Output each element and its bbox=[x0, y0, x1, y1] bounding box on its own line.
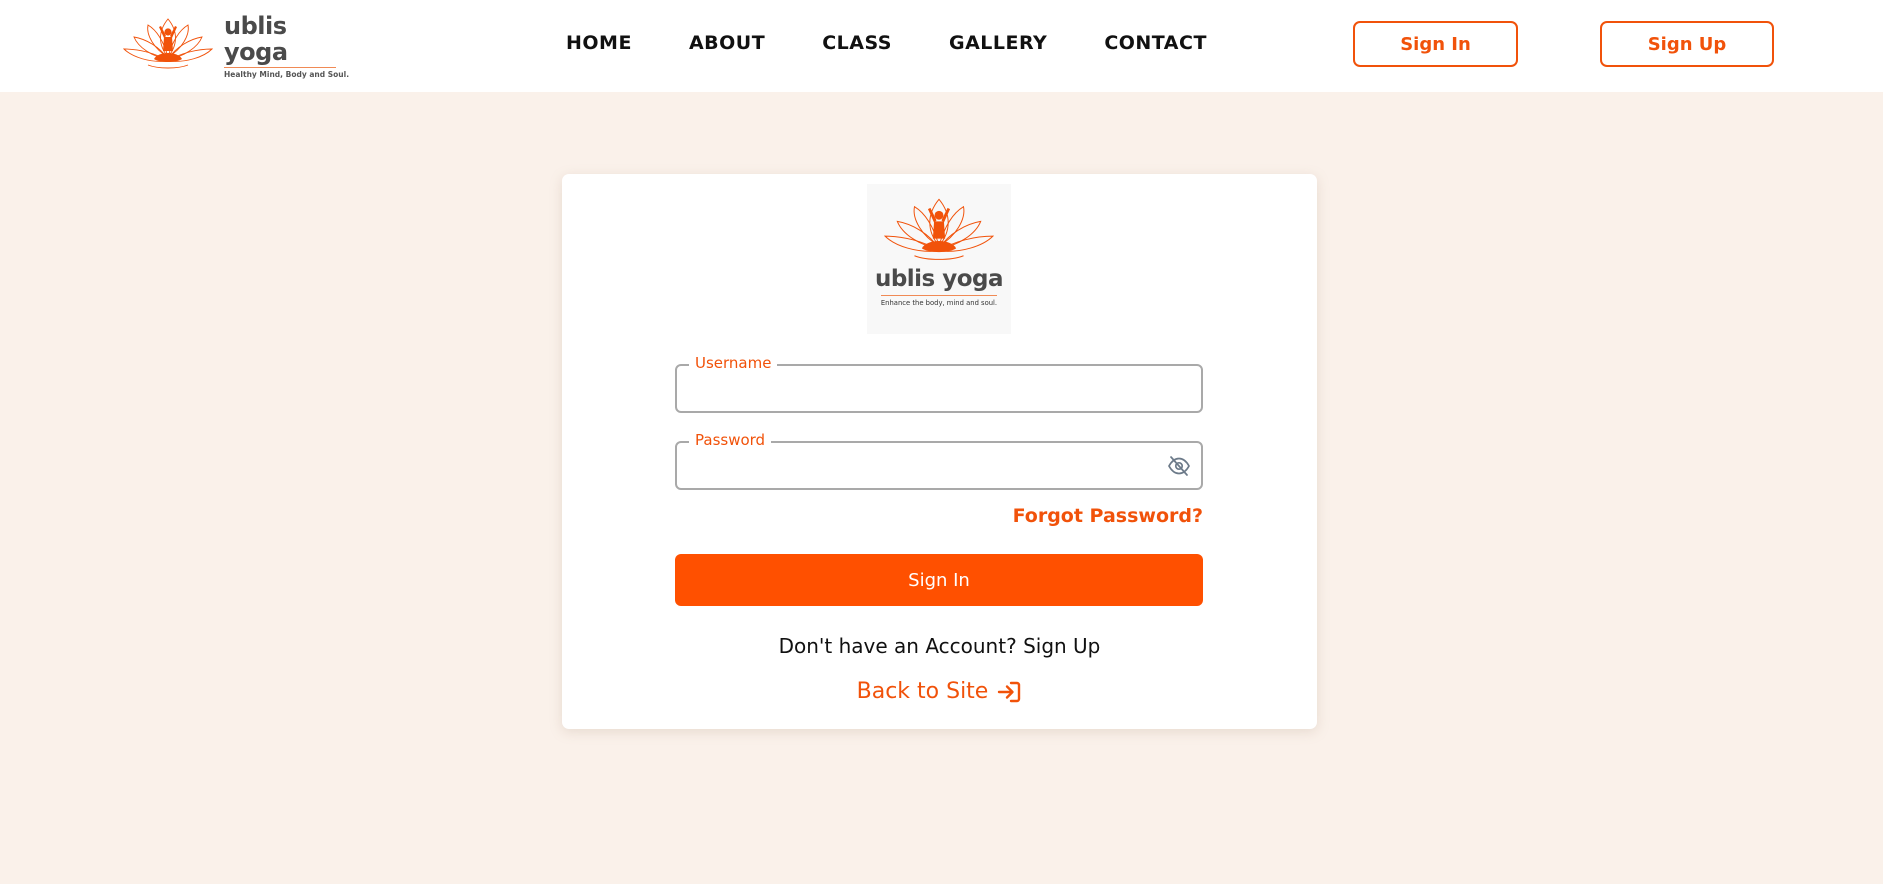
sign-in-arrow-icon bbox=[998, 681, 1021, 702]
brand-name: ublis yoga bbox=[224, 12, 288, 66]
password-field[interactable]: Password bbox=[675, 430, 1203, 490]
card-logo-name: ublis yoga bbox=[874, 266, 1004, 292]
card-logo: ublis yoga Enhance the body, mind and so… bbox=[867, 184, 1011, 334]
username-input[interactable] bbox=[691, 376, 1161, 402]
header-sign-up-button[interactable]: Sign Up bbox=[1600, 21, 1774, 67]
nav-gallery[interactable]: GALLERY bbox=[949, 32, 1047, 54]
nav-about[interactable]: ABOUT bbox=[689, 32, 765, 54]
brand-logo[interactable]: ublis yoga Healthy Mind, Body and Soul. bbox=[118, 12, 349, 79]
header-sign-in-button[interactable]: Sign In bbox=[1353, 21, 1518, 67]
card-logo-divider bbox=[881, 295, 997, 296]
username-field[interactable]: Username bbox=[675, 353, 1203, 413]
login-card: ublis yoga Enhance the body, mind and so… bbox=[562, 174, 1317, 729]
site-header: ublis yoga Healthy Mind, Body and Soul. … bbox=[0, 0, 1883, 92]
password-label: Password bbox=[689, 430, 772, 450]
account-prompt-line: Don't have an Account? Sign Up bbox=[562, 634, 1317, 658]
sign-up-link[interactable]: Sign Up bbox=[1023, 634, 1100, 658]
sign-in-submit-button[interactable]: Sign In bbox=[675, 554, 1203, 606]
nav-class[interactable]: CLASS bbox=[822, 32, 892, 54]
lotus-yoga-logo-icon bbox=[122, 18, 214, 69]
back-to-site-link[interactable]: Back to Site bbox=[562, 679, 1317, 704]
nav-home[interactable]: HOME bbox=[566, 32, 632, 54]
card-logo-tagline: Enhance the body, mind and soul. bbox=[880, 299, 998, 307]
username-label: Username bbox=[689, 353, 778, 373]
brand-tagline: Healthy Mind, Body and Soul. bbox=[224, 70, 350, 79]
nav-contact[interactable]: CONTACT bbox=[1104, 32, 1207, 54]
eye-off-icon[interactable] bbox=[1167, 455, 1191, 477]
brand-divider bbox=[224, 67, 336, 68]
brand-text: ublis yoga Healthy Mind, Body and Soul. bbox=[224, 13, 349, 79]
password-input[interactable] bbox=[691, 453, 1161, 479]
main-nav: HOME ABOUT CLASS GALLERY CONTACT bbox=[566, 28, 1207, 58]
account-prompt-text: Don't have an Account? bbox=[778, 634, 1017, 658]
back-to-site-label: Back to Site bbox=[856, 679, 989, 704]
forgot-password-link[interactable]: Forgot Password? bbox=[1013, 505, 1203, 527]
lotus-yoga-logo-icon bbox=[883, 198, 995, 260]
